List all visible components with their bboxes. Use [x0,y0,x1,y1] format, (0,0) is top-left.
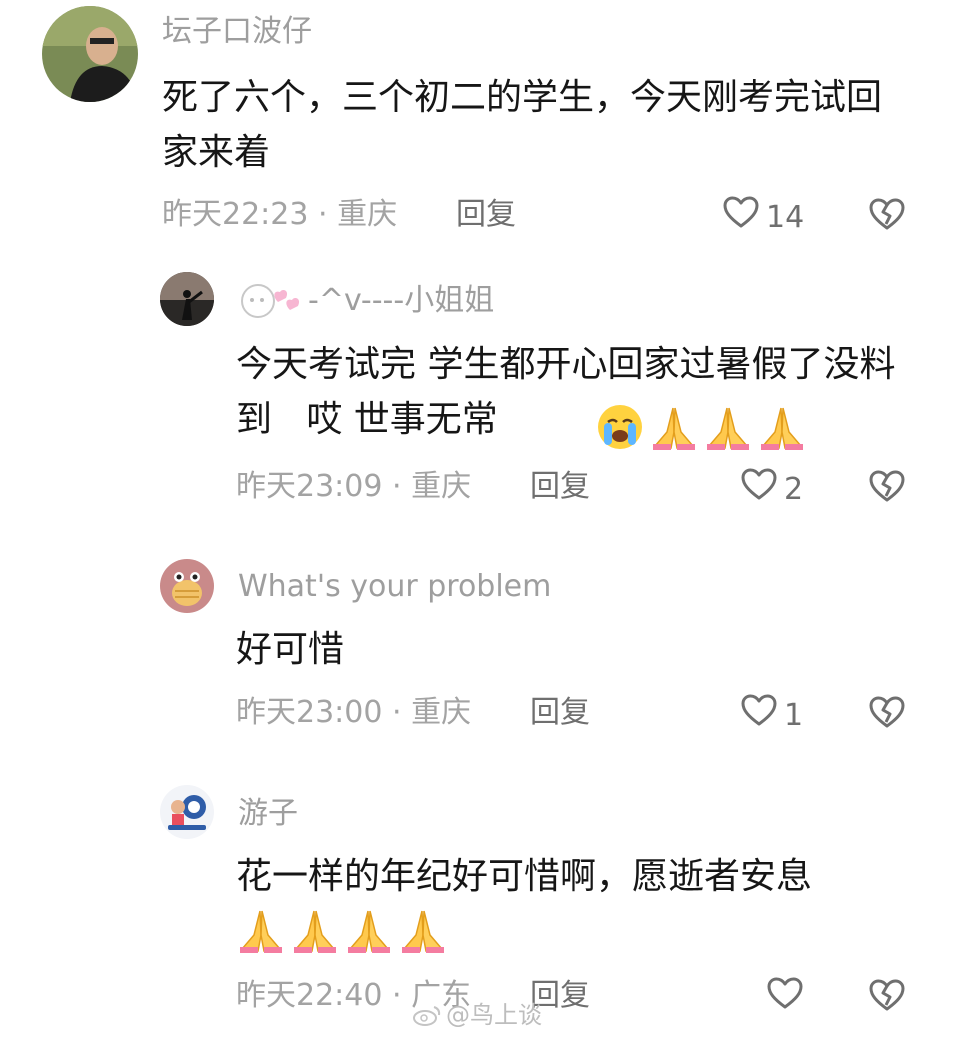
comment-time-location: 昨天23:00 · 重庆 [236,695,472,730]
like-button[interactable]: 14 [722,195,804,240]
username[interactable]: 坛子口波仔 [162,13,312,51]
crying-face-icon [598,405,642,449]
like-button[interactable]: 1 [740,693,803,738]
heart-icon [740,467,778,512]
comment-text: 好可惜 [236,629,345,670]
watermark-text: @鸟上谈 [446,1001,542,1029]
heart-icon [766,976,804,1021]
comment-text: 花一样的年纪好可惜啊，愿逝者安息 [236,856,813,897]
username[interactable]: What's your problem [238,568,551,606]
broken-heart-icon [869,696,905,728]
avatar[interactable] [160,559,214,613]
reply-button[interactable]: 回复 [530,693,590,733]
avatar[interactable] [42,6,138,102]
like-count: 14 [766,199,805,235]
like-count: 1 [784,697,804,733]
broken-heart-icon [869,979,905,1011]
like-count: 2 [784,471,804,507]
dislike-button[interactable] [868,197,906,235]
comment-time-location: 昨天23:09 · 重庆 [236,469,472,504]
username-text: -^v----小姐姐 [308,283,495,318]
emoji-row [595,402,807,452]
folded-hands-icon [240,910,282,953]
comment-time-location: 昨天22:23 · 重庆 [162,197,398,232]
dislike-button[interactable] [868,695,906,733]
comment-text: 死了六个，三个初二的学生，今天刚考完试回家来着 [162,77,883,173]
broken-heart-icon [869,198,905,230]
avatar[interactable] [160,272,214,326]
emoji-row [236,905,448,955]
reply-button[interactable]: 回复 [530,467,590,507]
dislike-button[interactable] [868,978,906,1016]
username[interactable]: -^v----小姐姐 [238,282,494,320]
broken-heart-icon [869,470,905,502]
folded-hands-icon [294,910,336,953]
face-hearts-icon [238,282,308,320]
folded-hands-icon [402,910,444,953]
watermark: @鸟上谈 [412,1000,542,1030]
weibo-logo-icon [413,1006,441,1026]
like-button[interactable]: 2 [740,467,803,512]
username[interactable]: 游子 [238,795,298,833]
reply-button[interactable]: 回复 [456,195,516,235]
folded-hands-icon [707,407,749,450]
folded-hands-icon [653,407,695,450]
avatar[interactable] [160,785,214,839]
heart-icon [722,195,760,240]
folded-hands-icon [761,407,803,450]
like-button[interactable] [766,976,810,1021]
dislike-button[interactable] [868,469,906,507]
folded-hands-icon [348,910,390,953]
heart-icon [740,693,778,738]
